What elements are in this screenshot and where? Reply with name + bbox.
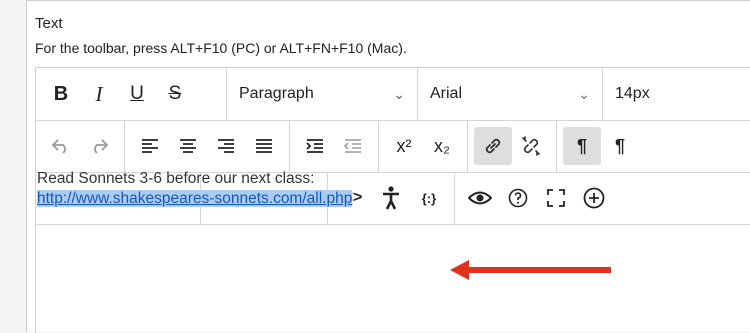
- math-icon: {:}: [421, 190, 437, 206]
- plus-circle-icon: [583, 187, 605, 209]
- align-group: [125, 120, 290, 172]
- subscript-icon: x₂: [434, 135, 450, 156]
- format-group: B I U S: [36, 68, 227, 120]
- text-field-panel: Text For the toolbar, press ALT+F10 (PC)…: [26, 0, 750, 333]
- redo-icon: [94, 139, 109, 154]
- link-icon: [485, 138, 501, 154]
- align-left-button[interactable]: [131, 127, 169, 165]
- superscript-button[interactable]: x²: [385, 127, 423, 165]
- outdent-icon: [344, 139, 361, 153]
- remove-link-button[interactable]: [512, 127, 550, 165]
- toolbar-row-2: x² x₂ ¶ ¶: [36, 120, 750, 173]
- history-group: [36, 120, 125, 172]
- fullscreen-icon: [547, 189, 565, 207]
- align-right-button[interactable]: [207, 127, 245, 165]
- bold-button[interactable]: B: [42, 75, 80, 113]
- direction-group: ¶ ¶: [557, 120, 645, 172]
- ltr-pilcrow: ¶: [576, 135, 587, 156]
- redo-button[interactable]: [80, 127, 118, 165]
- undo-button[interactable]: [42, 127, 80, 165]
- align-left-icon: [142, 139, 158, 153]
- align-center-icon: [180, 139, 196, 153]
- eye-icon: [468, 191, 492, 205]
- rtl-icon: ¶: [615, 136, 625, 157]
- ltr-icon: ¶: [577, 136, 587, 157]
- script-group: x² x₂: [379, 120, 468, 172]
- red-arrow-annotation: [450, 260, 611, 280]
- italic-icon: I: [95, 81, 103, 106]
- subscript-button[interactable]: x₂: [423, 127, 461, 165]
- align-justify-icon: [256, 139, 272, 153]
- block-format-value: Paragraph: [239, 85, 314, 102]
- accessibility-button[interactable]: [372, 179, 410, 217]
- toolbar-row-1: B I U S Paragraph ⌄ Arial ⌄ 14px: [36, 68, 750, 121]
- add-content-button[interactable]: [575, 179, 613, 217]
- indent-icon: [306, 139, 323, 153]
- view-group: [455, 172, 619, 224]
- strikethrough-button[interactable]: S: [156, 75, 194, 113]
- unlink-icon: [522, 136, 540, 156]
- chevron-down-icon: ⌄: [578, 85, 590, 102]
- ltr-button[interactable]: ¶: [563, 127, 601, 165]
- content-line: Read Sonnets 3-6 before our next class:: [37, 170, 315, 187]
- field-label: Text: [35, 15, 63, 32]
- align-justify-button[interactable]: [245, 127, 283, 165]
- help-button[interactable]: [499, 179, 537, 217]
- insert-link-button[interactable]: [474, 127, 512, 165]
- superscript-icon: x²: [396, 135, 412, 156]
- chevron-down-icon: ⌄: [393, 85, 405, 102]
- bold-icon: B: [53, 82, 69, 105]
- block-format-select[interactable]: Paragraph ⌄: [227, 68, 418, 120]
- font-family-select[interactable]: Arial ⌄: [418, 68, 603, 120]
- align-center-button[interactable]: [169, 127, 207, 165]
- italic-button[interactable]: I: [80, 75, 118, 113]
- rtl-pilcrow: ¶: [614, 135, 625, 156]
- link-group: [468, 120, 557, 172]
- preview-button[interactable]: [461, 179, 499, 217]
- math-button[interactable]: {:}: [410, 179, 448, 217]
- outdent-button[interactable]: [334, 127, 372, 165]
- toolbar-hint: For the toolbar, press ALT+F10 (PC) or A…: [35, 40, 407, 56]
- undo-icon: [51, 139, 66, 154]
- selected-link[interactable]: http://www.shakespeares-sonnets.com/all.…: [37, 190, 353, 207]
- underline-icon: U: [130, 83, 144, 104]
- accessibility-icon: [383, 186, 399, 210]
- underline-button[interactable]: U: [118, 75, 156, 113]
- font-family-value: Arial: [430, 85, 463, 102]
- editor-content[interactable]: Read Sonnets 3-6 before our next class: …: [37, 169, 353, 209]
- indent-group: [290, 120, 379, 172]
- rtl-button[interactable]: ¶: [601, 127, 639, 165]
- strikethrough-icon: S: [168, 83, 182, 104]
- help-icon: [508, 188, 528, 208]
- fullscreen-button[interactable]: [537, 179, 575, 217]
- indent-button[interactable]: [296, 127, 334, 165]
- align-right-icon: [218, 139, 234, 153]
- font-size-select[interactable]: 14px: [603, 68, 747, 120]
- font-size-value: 14px: [615, 85, 650, 102]
